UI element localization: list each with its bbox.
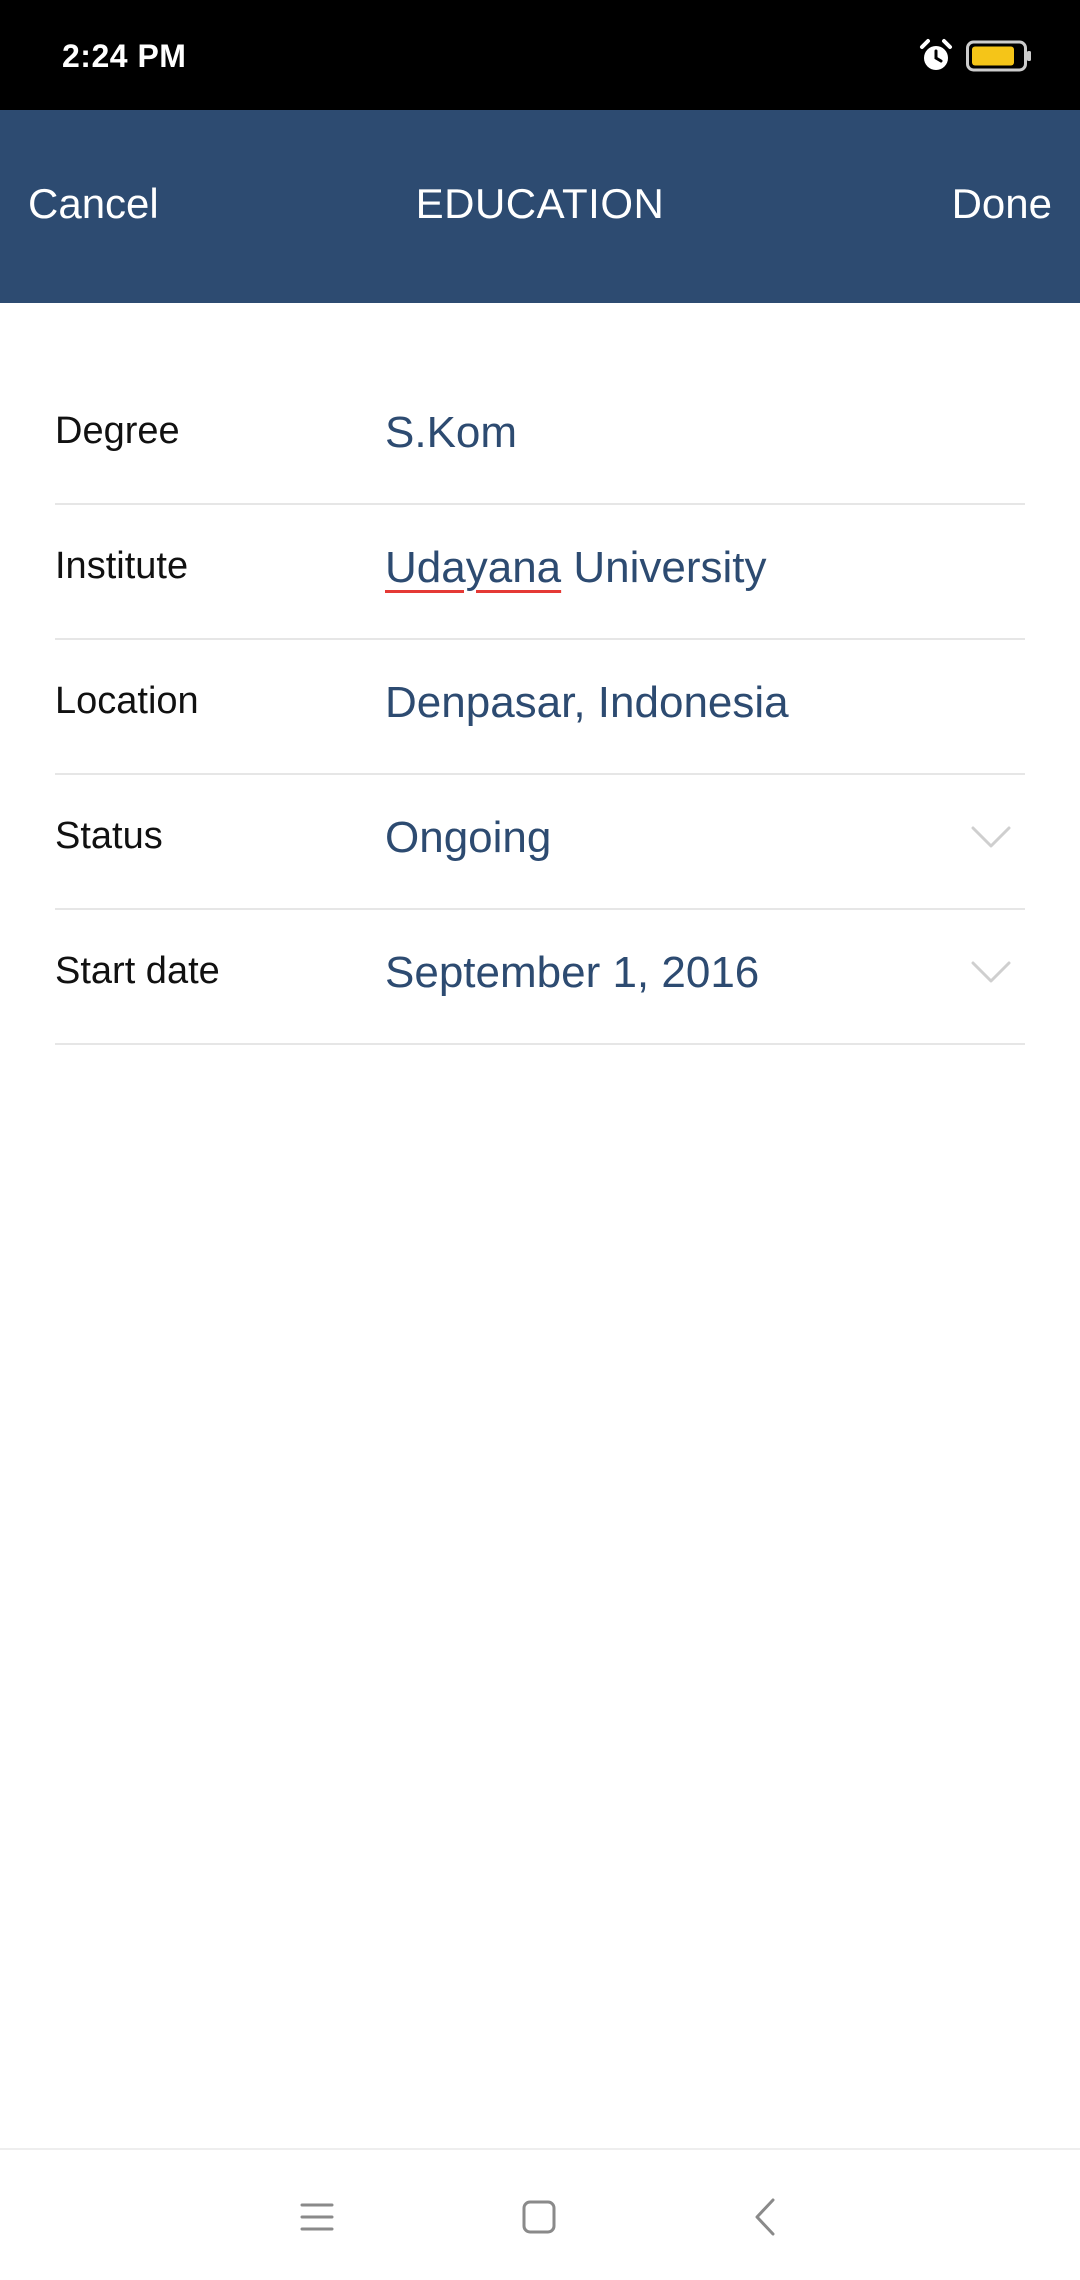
location-row: Location Denpasar, Indonesia <box>55 640 1025 775</box>
degree-value[interactable]: S.Kom <box>385 408 517 458</box>
misspelled-word[interactable]: Udayana <box>385 543 561 592</box>
page-title: EDUCATION <box>415 180 665 227</box>
chevron-down-icon[interactable] <box>971 825 1011 849</box>
start-date-row[interactable]: Start date September 1, 2016 <box>55 910 1025 1045</box>
institute-label: Institute <box>55 545 189 587</box>
system-nav-bar <box>0 2148 1080 2280</box>
status-value[interactable]: Ongoing <box>385 813 551 863</box>
status-time: 2:24 PM <box>62 38 187 74</box>
institute-value-rest: University <box>561 543 767 592</box>
institute-row: Institute Udayana University <box>55 505 1025 640</box>
degree-label: Degree <box>55 410 180 452</box>
start-date-label: Start date <box>55 950 220 992</box>
back-icon[interactable] <box>754 2198 776 2236</box>
battery-icon <box>966 40 1031 72</box>
home-icon[interactable] <box>522 2200 556 2234</box>
done-button[interactable]: Done <box>952 180 1052 228</box>
education-form: Degree S.Kom Institute Udayana Universit… <box>55 370 1025 1045</box>
degree-row: Degree S.Kom <box>55 370 1025 505</box>
alarm-icon <box>920 39 952 70</box>
app-bar: Cancel EDUCATION Done <box>0 110 1080 303</box>
chevron-down-icon[interactable] <box>971 960 1011 984</box>
status-label: Status <box>55 815 163 857</box>
location-value[interactable]: Denpasar, Indonesia <box>385 678 789 728</box>
menu-icon[interactable] <box>300 2202 334 2232</box>
status-row[interactable]: Status Ongoing <box>55 775 1025 910</box>
location-label: Location <box>55 680 199 722</box>
institute-value[interactable]: Udayana University <box>385 543 767 593</box>
status-bar: 2:24 PM <box>0 0 1080 110</box>
start-date-value[interactable]: September 1, 2016 <box>385 948 759 998</box>
